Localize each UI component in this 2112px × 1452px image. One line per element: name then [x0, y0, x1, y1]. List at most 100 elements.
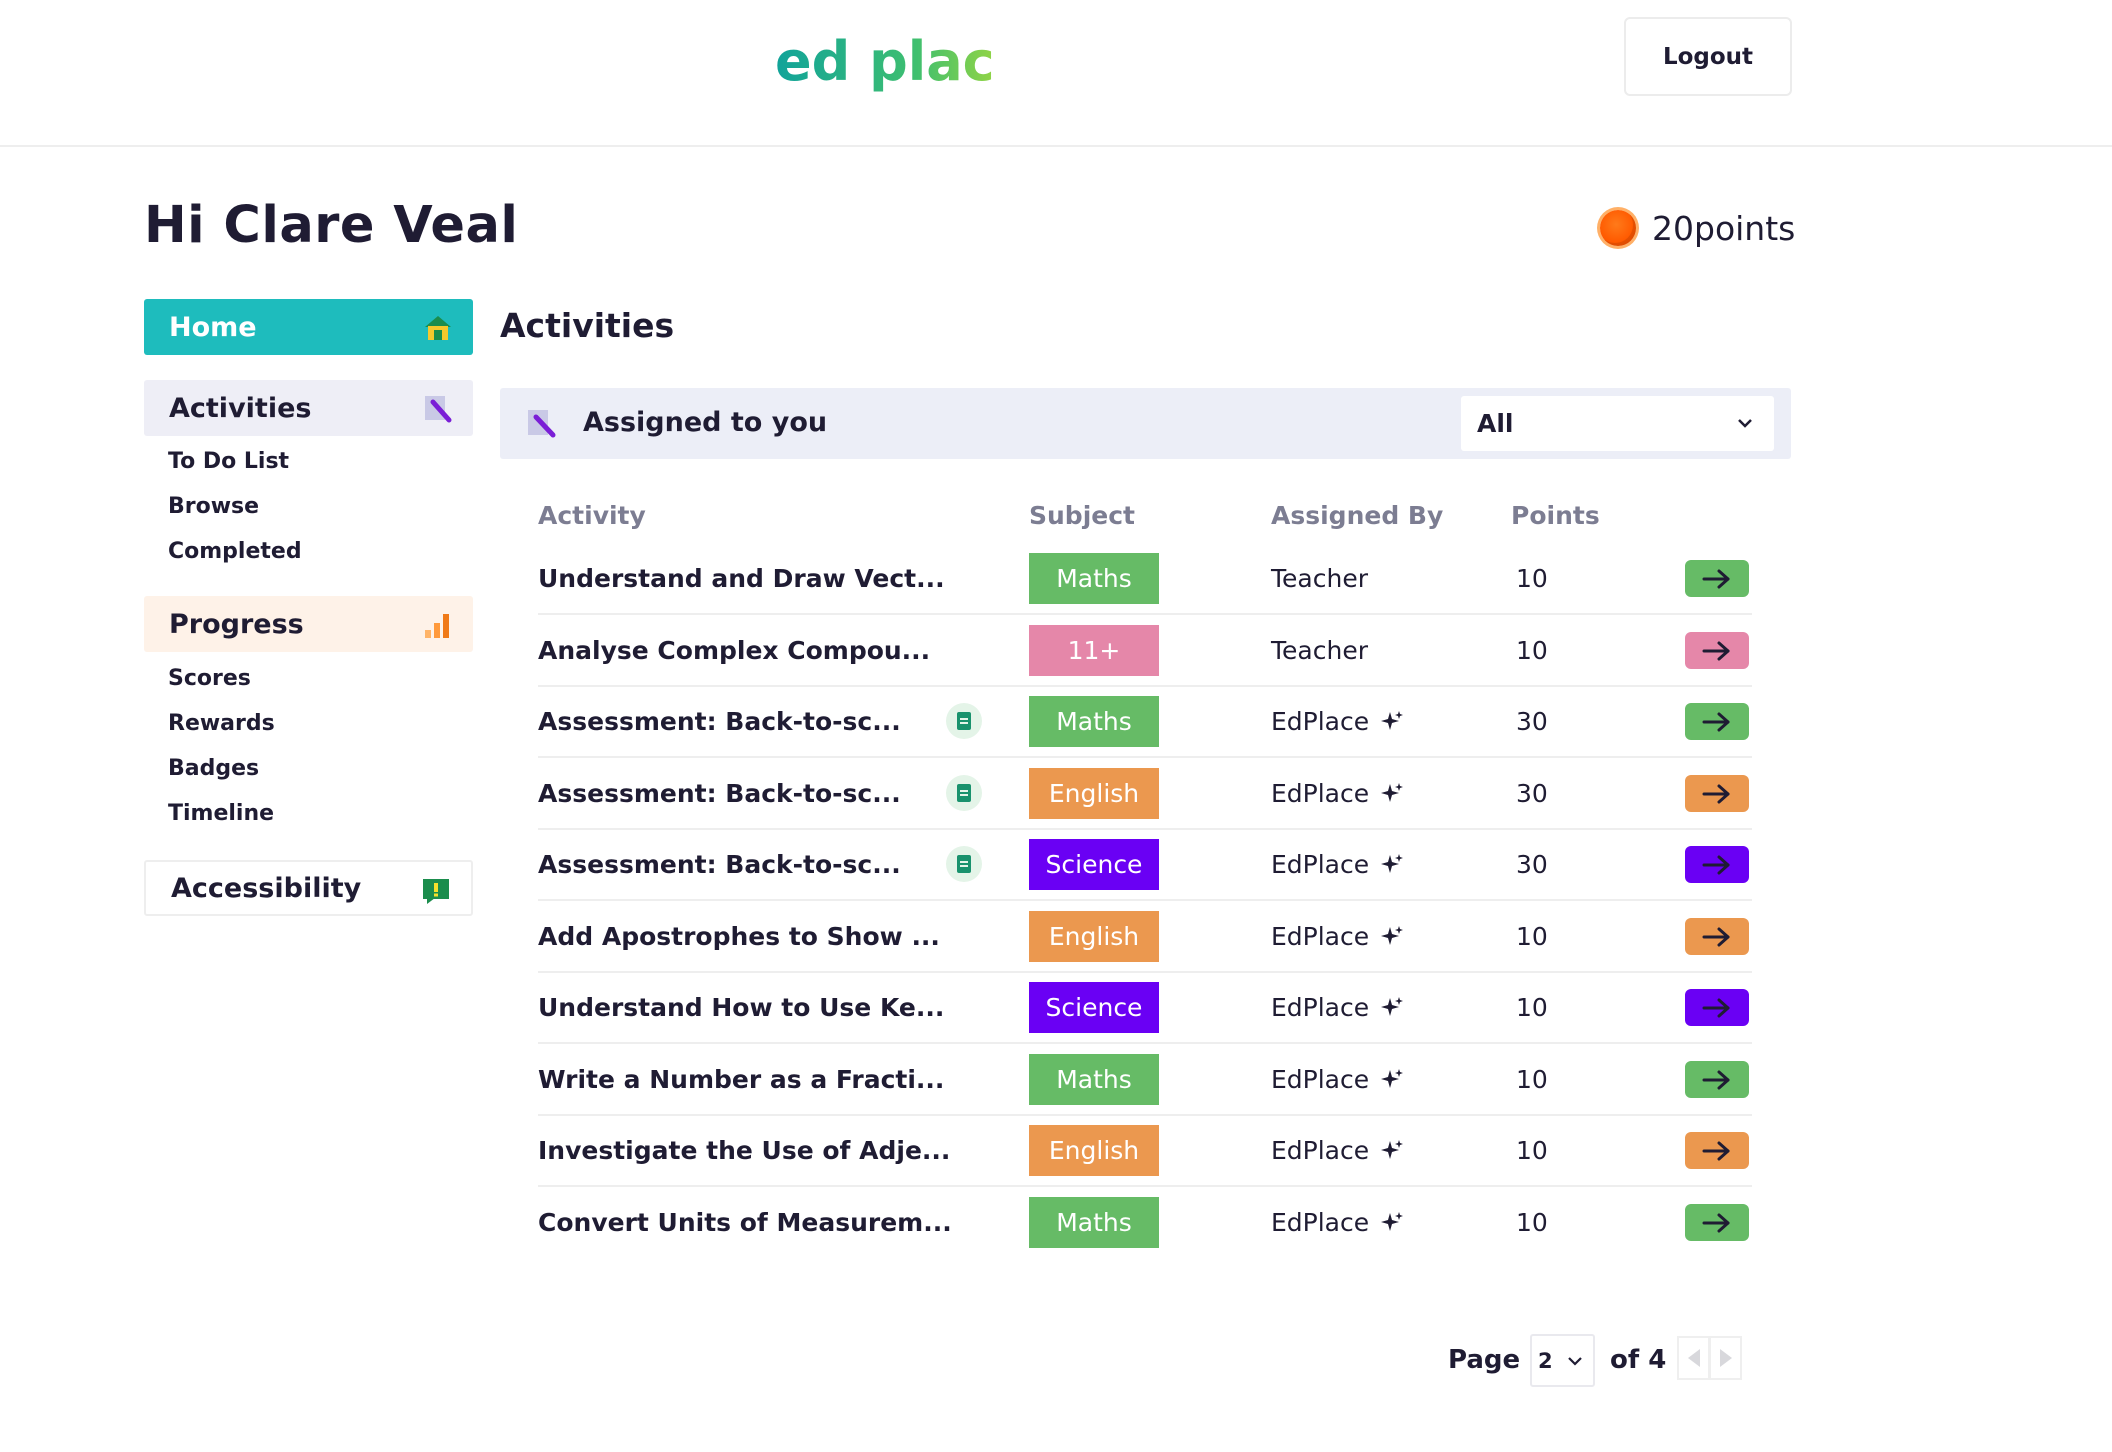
start-activity-button[interactable] [1685, 1061, 1749, 1098]
table-row: Understand How to Use Ke... Science EdPlac… [538, 973, 1752, 1044]
assigned-by: EdPlace [1271, 922, 1405, 951]
assigned-by: EdPlace [1271, 1065, 1405, 1094]
sidebar-link-badges[interactable]: Badges [168, 756, 259, 781]
assigned-by: EdPlace [1271, 1136, 1405, 1165]
previous-page-button[interactable] [1677, 1336, 1710, 1380]
points-coin-icon [1600, 210, 1636, 246]
start-activity-button[interactable] [1685, 703, 1749, 740]
subject-badge: 11+ [1029, 625, 1159, 676]
points-value: 10 [1516, 564, 1548, 593]
table-row: Assessment: Back-to-sc... Science EdPlace 3… [538, 830, 1752, 901]
sidebar-link-to-do-list[interactable]: To Do List [168, 449, 289, 474]
activity-title-link[interactable]: Assessment: Back-to-sc... [538, 707, 901, 736]
activity-title-link[interactable]: Understand How to Use Ke... [538, 993, 944, 1022]
column-header-activity: Activity [538, 501, 646, 530]
subject-badge: English [1029, 768, 1159, 819]
start-activity-button[interactable] [1685, 775, 1749, 812]
arrow-right-icon [1702, 641, 1730, 660]
points-value: 30 [1516, 707, 1548, 736]
start-activity-button[interactable] [1685, 560, 1749, 597]
sidebar-link-browse[interactable]: Browse [168, 494, 259, 519]
pencil-icon [528, 410, 556, 438]
column-header-subject: Subject [1029, 501, 1135, 530]
points-value: 10 [1516, 1136, 1548, 1165]
activity-title-link[interactable]: Convert Units of Measurem... [538, 1208, 952, 1237]
table-row: Understand and Draw Vect... Maths Teacher 1… [538, 544, 1752, 615]
arrow-right-icon [1702, 784, 1730, 803]
assigned-by: EdPlace [1271, 779, 1405, 808]
table-row: Assessment: Back-to-sc... English EdPlace 3… [538, 759, 1752, 830]
subject-filter-select[interactable]: All [1461, 396, 1774, 451]
subject-badge: Science [1029, 982, 1159, 1033]
sidebar-link-scores[interactable]: Scores [168, 666, 251, 691]
svg-text:ed place: ed place [775, 30, 995, 93]
assigned-by: Teacher [1271, 636, 1368, 665]
subject-badge: Maths [1029, 553, 1159, 604]
logout-button[interactable]: Logout [1624, 17, 1792, 96]
start-activity-button[interactable] [1685, 1204, 1749, 1241]
start-activity-button[interactable] [1685, 632, 1749, 669]
bar-chart-icon [425, 614, 449, 638]
table-row: Analyse Complex Compou... 11+ Teacher 10 [538, 616, 1752, 687]
activity-title-link[interactable]: Write a Number as a Fracti... [538, 1065, 944, 1094]
chevron-down-icon [1568, 1357, 1582, 1366]
sidebar-link-rewards[interactable]: Rewards [168, 711, 275, 736]
arrow-right-icon [1702, 1070, 1730, 1089]
sidebar-link-completed[interactable]: Completed [168, 539, 302, 564]
greeting-title: Hi Clare Veal [144, 196, 519, 255]
activity-title-link[interactable]: Understand and Draw Vect... [538, 564, 945, 593]
points-value: 10 [1516, 922, 1548, 951]
sidebar-item-activities[interactable]: Activities [144, 380, 473, 436]
chevron-right-icon [1719, 1349, 1732, 1367]
edplace-logo[interactable]: ed place [775, 28, 1031, 108]
top-header: ed place Logout [0, 0, 2112, 147]
arrow-right-icon [1702, 855, 1730, 874]
arrow-right-icon [1702, 1141, 1730, 1160]
assigned-by: EdPlace [1271, 850, 1405, 879]
sidebar-item-home[interactable]: Home [144, 299, 473, 355]
table-row: Convert Units of Measurem... Maths EdPlace… [538, 1188, 1752, 1259]
points-value: 30 [1516, 850, 1548, 879]
edplace-logo-graphic: ed place [775, 30, 1031, 93]
assigned-by-label: EdPlace [1271, 779, 1370, 808]
assessment-icon [946, 846, 982, 882]
sidebar-item-accessibility[interactable]: Accessibility [144, 860, 473, 916]
assigned-by-label: EdPlace [1271, 1065, 1370, 1094]
subject-badge: Maths [1029, 696, 1159, 747]
arrow-right-icon [1702, 927, 1730, 946]
assigned-by-label: EdPlace [1271, 707, 1370, 736]
next-page-button[interactable] [1709, 1336, 1742, 1380]
activity-title-link[interactable]: Assessment: Back-to-sc... [538, 850, 901, 879]
points-display: 20points [1600, 206, 1795, 250]
start-activity-button[interactable] [1685, 1132, 1749, 1169]
sparkle-icon [1381, 925, 1404, 945]
start-activity-button[interactable] [1685, 918, 1749, 955]
start-activity-button[interactable] [1685, 846, 1749, 883]
start-activity-button[interactable] [1685, 989, 1749, 1026]
chevron-down-icon [1738, 419, 1752, 428]
sparkle-icon [1381, 996, 1404, 1016]
activity-title-link[interactable]: Assessment: Back-to-sc... [538, 779, 901, 808]
pagination-page-label: Page [1448, 1345, 1521, 1375]
sidebar-item-label: Activities [169, 392, 312, 424]
assigned-by: EdPlace [1271, 1208, 1405, 1237]
subject-badge: Maths [1029, 1054, 1159, 1105]
chevron-left-icon [1687, 1349, 1700, 1367]
assigned-by-label: EdPlace [1271, 922, 1370, 951]
feedback-icon [423, 879, 449, 904]
table-row: Assessment: Back-to-sc... Maths EdPlace 30 [538, 687, 1752, 758]
assigned-by-label: EdPlace [1271, 993, 1370, 1022]
pagination-page-select[interactable]: 2 [1530, 1334, 1595, 1387]
activity-title-link[interactable]: Investigate the Use of Adje... [538, 1136, 950, 1165]
assigned-by-label: EdPlace [1271, 1208, 1370, 1237]
activity-title-link[interactable]: Add Apostrophes to Show ... [538, 922, 940, 951]
pagination-current-page: 2 [1538, 1348, 1553, 1373]
sidebar-link-timeline[interactable]: Timeline [168, 801, 274, 826]
table-row: Investigate the Use of Adje... English EdP… [538, 1116, 1752, 1187]
points-value: 10 [1516, 1065, 1548, 1094]
activity-title-link[interactable]: Analyse Complex Compou... [538, 636, 930, 665]
points-value: 10 [1516, 636, 1548, 665]
sidebar-item-progress[interactable]: Progress [144, 596, 473, 652]
subject-badge: English [1029, 1125, 1159, 1176]
points-value: 10 [1516, 993, 1548, 1022]
